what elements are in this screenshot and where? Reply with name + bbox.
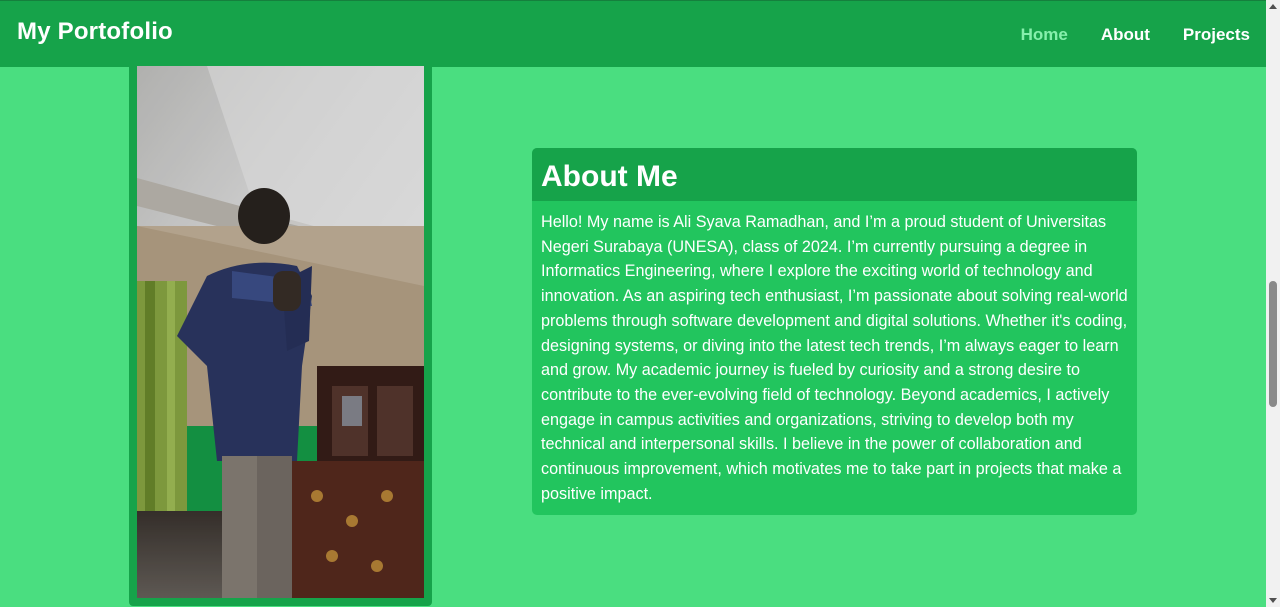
nav-links: Home About Projects	[1021, 25, 1250, 45]
nav-link-about[interactable]: About	[1101, 25, 1150, 45]
chevron-up-icon[interactable]	[1269, 4, 1277, 9]
nav-link-projects[interactable]: Projects	[1183, 25, 1250, 45]
scrollbar[interactable]	[1266, 0, 1280, 607]
profile-photo	[137, 66, 424, 598]
profile-photo-frame	[129, 60, 432, 606]
about-card: About Me Hello! My name is Ali Syava Ram…	[532, 148, 1137, 515]
navbar: My Portofolio Home About Projects	[0, 0, 1266, 67]
brand-title[interactable]: My Portofolio	[17, 18, 173, 46]
nav-link-home[interactable]: Home	[1021, 25, 1068, 45]
scrollbar-thumb[interactable]	[1269, 281, 1277, 407]
about-title: About Me	[541, 160, 678, 193]
chevron-down-icon[interactable]	[1269, 598, 1277, 603]
about-text: Hello! My name is Ali Syava Ramadhan, an…	[541, 213, 1128, 503]
